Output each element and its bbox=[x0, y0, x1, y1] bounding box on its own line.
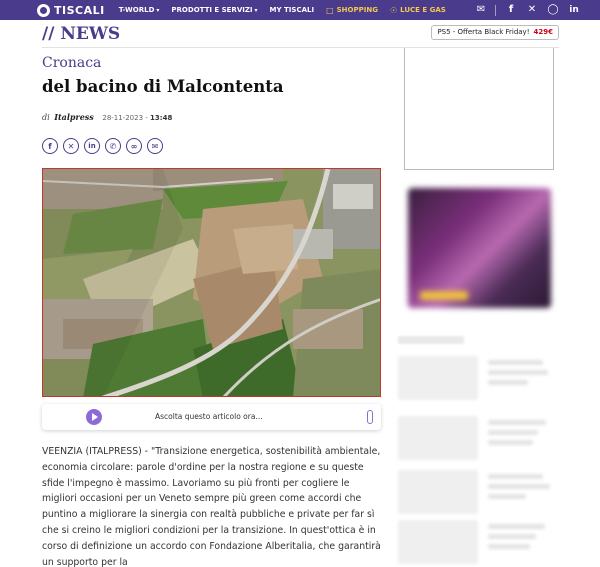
linkedin-icon[interactable]: in bbox=[568, 0, 580, 20]
share-link-button[interactable]: ∞ bbox=[126, 138, 142, 154]
section-title[interactable]: // NEWS bbox=[42, 24, 120, 44]
instagram-icon[interactable]: ◯ bbox=[547, 0, 559, 20]
linkedin-icon: in bbox=[88, 142, 96, 150]
article-photo bbox=[42, 168, 381, 397]
article-time: 13:48 bbox=[150, 114, 173, 122]
related-list-item[interactable] bbox=[398, 520, 558, 566]
facebook-icon: f bbox=[48, 141, 52, 151]
chevron-down-icon: ▾ bbox=[156, 6, 160, 14]
play-button[interactable] bbox=[86, 409, 102, 425]
mail-icon[interactable]: ✉ bbox=[475, 0, 487, 20]
related-list-item[interactable] bbox=[398, 416, 558, 462]
related-line bbox=[488, 474, 543, 479]
nav-item-t-world[interactable]: T-WORLD ▾ bbox=[119, 6, 160, 14]
article-body: VEENZIA (ITALPRESS) - "Transizione energ… bbox=[42, 446, 381, 567]
article-date: 28-11-2023 bbox=[102, 114, 144, 122]
related-line bbox=[488, 430, 538, 435]
nav-item-my-tiscali[interactable]: MY TISCALI bbox=[270, 6, 315, 14]
share-x-button[interactable]: ✕ bbox=[63, 138, 79, 154]
facebook-icon[interactable]: f bbox=[505, 0, 517, 20]
nav-item-label: SHOPPING bbox=[336, 6, 378, 14]
related-line bbox=[488, 380, 528, 385]
related-line bbox=[488, 534, 536, 539]
advertisement-slot bbox=[404, 48, 554, 170]
share-buttons: f ✕ in ✆ ∞ ✉ bbox=[42, 138, 168, 154]
whatsapp-icon: ✆ bbox=[109, 141, 117, 151]
related-thumbnail bbox=[398, 416, 478, 460]
share-whatsapp-button[interactable]: ✆ bbox=[105, 138, 121, 154]
share-linkedin-button[interactable]: in bbox=[84, 138, 100, 154]
section-header: // NEWS PS5 - Offerta Black Friday! 429€ bbox=[42, 23, 559, 48]
related-line bbox=[488, 544, 530, 549]
related-line bbox=[488, 524, 545, 529]
date-time-separator: - bbox=[143, 114, 151, 122]
ad-cta bbox=[420, 291, 468, 300]
audio-player: Ascolta questo articolo ora... bbox=[42, 404, 381, 430]
related-thumbnail bbox=[398, 520, 478, 564]
nav-item-label: MY TISCALI bbox=[269, 6, 315, 14]
advertisement-banner[interactable] bbox=[408, 188, 551, 308]
byline-prefix: di bbox=[42, 113, 50, 122]
divider bbox=[495, 4, 496, 16]
tiscali-logo[interactable]: TISCALI bbox=[37, 0, 105, 20]
x-icon[interactable]: ✕ bbox=[526, 0, 538, 20]
related-line bbox=[488, 360, 543, 365]
article-author[interactable]: Italpress bbox=[54, 112, 94, 122]
audio-label[interactable]: Ascolta questo articolo ora... bbox=[155, 412, 263, 421]
nav-item-label: T-WORLD bbox=[118, 6, 155, 14]
related-line bbox=[488, 420, 546, 425]
microphone-icon bbox=[367, 410, 373, 424]
main-nav: T-WORLD ▾ PRODOTTI E SERVIZI ▾ MY TISCAL… bbox=[119, 6, 458, 15]
related-line bbox=[488, 370, 548, 375]
article-byline: di Italpress 28-11-2023 - 13:48 bbox=[42, 112, 172, 122]
email-icon: ✉ bbox=[151, 141, 159, 151]
brand-name: TISCALI bbox=[54, 3, 105, 17]
aerial-landscape-image bbox=[43, 169, 380, 396]
nav-item-label: LUCE E GAS bbox=[400, 6, 446, 14]
tiscali-logo-icon bbox=[37, 3, 50, 17]
related-list-item[interactable] bbox=[398, 470, 558, 516]
nav-item-prodotti-e-servizi[interactable]: PRODOTTI E SERVIZI ▾ bbox=[171, 6, 257, 14]
top-icons: ✉ f ✕ ◯ in bbox=[466, 0, 580, 20]
nav-item-label: PRODOTTI E SERVIZI bbox=[171, 6, 253, 14]
share-facebook-button[interactable]: f bbox=[42, 138, 58, 154]
x-icon: ✕ bbox=[67, 141, 75, 151]
promo-banner[interactable]: PS5 - Offerta Black Friday! 429€ bbox=[431, 25, 559, 40]
bulb-icon: ☉ bbox=[389, 5, 398, 15]
nav-item-shopping[interactable]: □ SHOPPING bbox=[326, 6, 378, 15]
related-line bbox=[488, 440, 533, 445]
related-line bbox=[488, 494, 526, 499]
promo-text: PS5 - Offerta Black Friday! bbox=[437, 28, 530, 36]
nav-item-luce-e-gas[interactable]: ☉ LUCE E GAS bbox=[390, 6, 446, 15]
promo-price: 429€ bbox=[533, 28, 553, 36]
shopping-bag-icon: □ bbox=[326, 5, 334, 15]
link-icon: ∞ bbox=[130, 141, 138, 151]
chevron-down-icon: ▾ bbox=[254, 6, 258, 14]
related-thumbnail bbox=[398, 470, 478, 514]
share-email-button[interactable]: ✉ bbox=[147, 138, 163, 154]
related-line bbox=[488, 484, 550, 489]
related-list-title bbox=[398, 336, 464, 344]
article-category[interactable]: Cronaca bbox=[42, 55, 101, 71]
top-navigation-bar: TISCALI T-WORLD ▾ PRODOTTI E SERVIZI ▾ M… bbox=[0, 0, 600, 20]
related-thumbnail bbox=[398, 356, 478, 400]
article-headline: del bacino di Malcontenta bbox=[42, 77, 284, 96]
related-list-item[interactable] bbox=[398, 356, 558, 402]
